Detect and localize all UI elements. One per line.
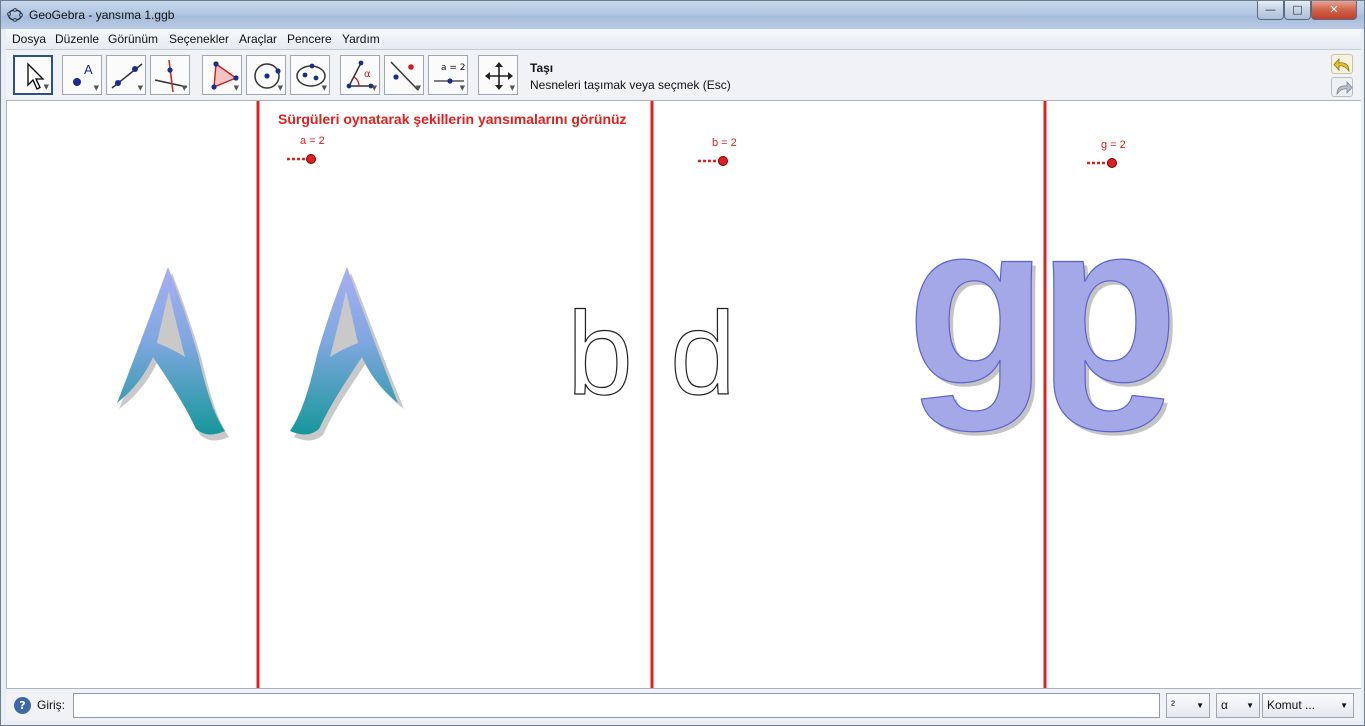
move-tool-button[interactable]: ▼ (13, 55, 53, 95)
move-graphics-tool-button[interactable]: ▼ (478, 55, 518, 95)
slider-tool-label: a = 2 (441, 63, 466, 73)
alpha-label: α (364, 69, 371, 80)
dropdown-triangle-icon: ▼ (371, 84, 377, 92)
command-input[interactable] (73, 693, 1160, 718)
slider-g[interactable] (1087, 158, 1117, 168)
polygon-tool-button[interactable]: ▼ (202, 55, 242, 95)
circle-tool-button[interactable]: ▼ (246, 55, 286, 95)
menu-yardim[interactable]: Yardım (342, 32, 380, 46)
svg-text:A: A (84, 62, 93, 77)
line-tool-button[interactable]: ▼ (106, 55, 146, 95)
conic-tool-button[interactable]: ▼ (290, 55, 330, 95)
letter-d-image[interactable]: d (670, 287, 737, 420)
letter-g-image[interactable]: g (906, 174, 1048, 432)
active-tool-name: Taşı (530, 61, 554, 75)
greek-value: α (1221, 698, 1228, 712)
undo-icon (1333, 57, 1350, 73)
menu-araclar[interactable]: Araçlar (239, 32, 277, 46)
slider-a[interactable] (287, 154, 316, 164)
geogebra-app-icon (7, 8, 23, 22)
letter-a-right-image[interactable] (290, 267, 404, 441)
help-icon[interactable]: ? (14, 697, 31, 714)
command-dropdown[interactable]: Komut ... ▼ (1262, 693, 1354, 718)
slider-b[interactable] (698, 156, 728, 166)
dropdown-triangle-icon: ▼ (43, 83, 49, 91)
letter-a-left-image[interactable] (117, 267, 229, 441)
slider-a-label[interactable]: a = 2 (300, 135, 325, 147)
menu-bar: Dosya Düzenle Görünüm Seçenekler Araçlar… (6, 29, 1361, 50)
menu-gorunum[interactable]: Görünüm (108, 32, 158, 46)
toolbar: ▼ A ▼ ▼ ▼ ▼ ▼ ▼ α ▼ ▼ a = 2 ▼ ▼ Taşı Nes… (6, 50, 1361, 101)
greek-dropdown[interactable]: α ▼ (1216, 693, 1260, 718)
command-value: Komut ... (1267, 698, 1316, 712)
dropdown-triangle-icon: ▼ (93, 84, 99, 92)
dropdown-triangle-icon: ▼ (233, 84, 239, 92)
geogebra-window: GeoGebra - yansıma 1.ggb — □ ✕ Dosya Düz… (0, 0, 1365, 726)
superscript-dropdown[interactable]: ² ▼ (1166, 693, 1210, 718)
redo-button[interactable] (1331, 77, 1353, 97)
menu-secenekler[interactable]: Seçenekler (169, 32, 229, 46)
chevron-down-icon: ▼ (1340, 701, 1348, 710)
undo-button[interactable] (1331, 54, 1353, 74)
dropdown-triangle-icon: ▼ (459, 84, 465, 92)
perpendicular-tool-button[interactable]: ▼ (150, 55, 190, 95)
graphics-canvas: b d g g g g (117, 101, 1182, 688)
graphics-view[interactable]: b d g g g g Sürgüleri oynatarak şekiller… (6, 101, 1361, 688)
dropdown-triangle-icon: ▼ (181, 84, 187, 92)
chevron-down-icon: ▼ (1196, 701, 1204, 710)
letter-g-reflected-group: g g (1037, 174, 1182, 436)
dropdown-triangle-icon: ▼ (415, 84, 421, 92)
input-bar: ? Giriş: ² ▼ α ▼ Komut ... ▼ (6, 688, 1361, 721)
minimize-button[interactable]: — (1257, 1, 1284, 20)
menu-duzenle[interactable]: Düzenle (55, 32, 99, 46)
chevron-down-icon: ▼ (1246, 701, 1254, 710)
active-tool-help: Nesneleri taşımak veya seçmek (Esc) (530, 78, 731, 92)
letter-g-reflected-image[interactable]: g (1037, 174, 1179, 432)
maximize-button[interactable]: □ (1284, 1, 1311, 20)
dropdown-triangle-icon: ▼ (277, 84, 283, 92)
slider-a-handle[interactable] (306, 154, 316, 164)
point-tool-button[interactable]: A ▼ (62, 55, 102, 95)
slider-b-label[interactable]: b = 2 (712, 137, 737, 149)
letter-b-image[interactable]: b (567, 287, 634, 420)
superscript-value: ² (1171, 698, 1175, 712)
title-bar: GeoGebra - yansıma 1.ggb — □ ✕ (1, 1, 1364, 29)
angle-tool-button[interactable]: α ▼ (340, 55, 380, 95)
slider-b-handle[interactable] (718, 156, 728, 166)
dropdown-triangle-icon: ▼ (509, 84, 515, 92)
redo-icon (1336, 80, 1353, 96)
dropdown-triangle-icon: ▼ (321, 84, 327, 92)
slider-g-handle[interactable] (1107, 158, 1117, 168)
slider-g-label[interactable]: g = 2 (1101, 139, 1126, 151)
reflect-tool-button[interactable]: ▼ (384, 55, 424, 95)
window-title: GeoGebra - yansıma 1.ggb (29, 8, 175, 22)
slider-tool-button[interactable]: a = 2 ▼ (428, 55, 468, 95)
dropdown-triangle-icon: ▼ (137, 84, 143, 92)
menu-pencere[interactable]: Pencere (287, 32, 332, 46)
menu-dosya[interactable]: Dosya (12, 32, 46, 46)
close-button[interactable]: ✕ (1311, 1, 1357, 20)
input-label: Giriş: (37, 698, 65, 712)
instruction-text: Sürgüleri oynatarak şekillerin yansımala… (278, 111, 627, 127)
